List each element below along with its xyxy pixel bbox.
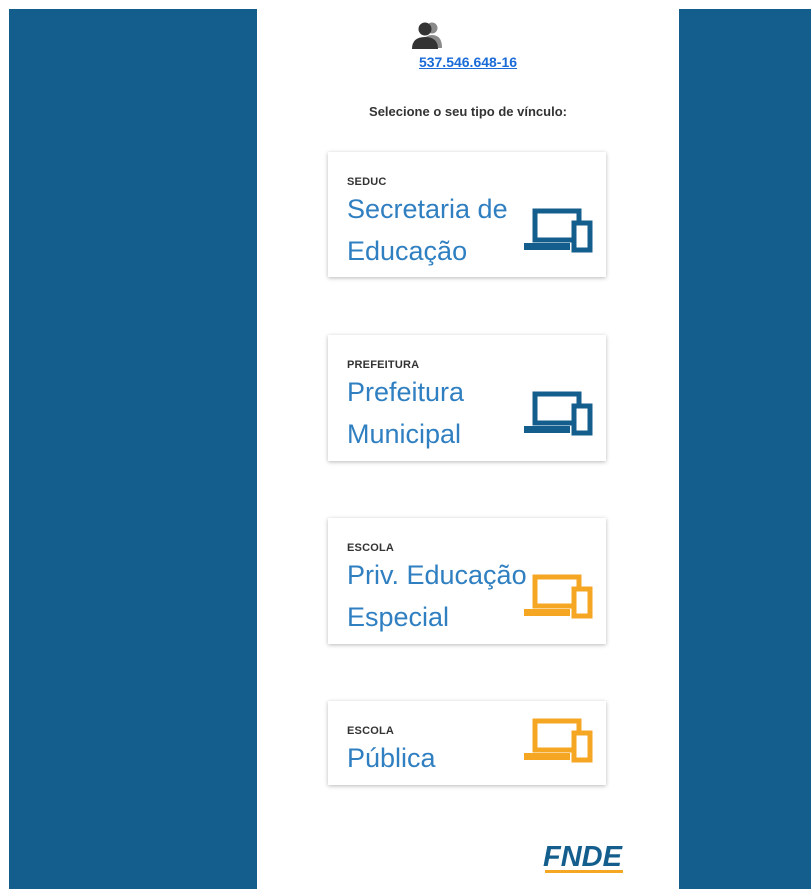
- card-tag: ESCOLA: [347, 542, 395, 554]
- devices-icon: [524, 574, 593, 619]
- users-icon: [412, 22, 442, 49]
- fnde-logo: FNDE: [543, 841, 624, 873]
- right-background-panel: [679, 9, 811, 889]
- vinculo-prompt: Selecione o seu tipo de vínculo:: [369, 104, 567, 119]
- card-title-line2: Municipal: [347, 419, 462, 449]
- card-title-line1: Priv. Educação: [347, 560, 527, 590]
- selection-panel: 537.546.648-16 Selecione o seu tipo de v…: [257, 0, 679, 889]
- devices-icon: [524, 718, 593, 763]
- card-tag: ESCOLA: [347, 725, 395, 737]
- card-tag: SEDUC: [347, 176, 387, 188]
- devices-icon: [524, 391, 593, 436]
- card-title-line1: Prefeitura: [347, 377, 465, 407]
- fnde-logo-text: FNDE: [543, 841, 624, 873]
- left-background-panel: [9, 9, 257, 889]
- card-title-line1: Pública: [347, 743, 436, 773]
- card-prefeitura[interactable]: PREFEITURA Prefeitura Municipal: [328, 335, 606, 461]
- card-escola-publica[interactable]: ESCOLA Pública: [328, 701, 606, 785]
- card-title-line2: Educação: [347, 236, 468, 266]
- page: 537.546.648-16 Selecione o seu tipo de v…: [0, 0, 811, 889]
- card-escola-privada[interactable]: ESCOLA Priv. Educação Especial: [328, 518, 606, 644]
- card-title-line1: Secretaria de: [347, 194, 508, 224]
- card-seduc[interactable]: SEDUC Secretaria de Educação: [328, 152, 606, 277]
- card-title-line2: Especial: [347, 602, 450, 632]
- card-tag: PREFEITURA: [347, 359, 420, 371]
- devices-icon: [524, 208, 593, 253]
- user-id-link[interactable]: 537.546.648-16: [257, 54, 679, 70]
